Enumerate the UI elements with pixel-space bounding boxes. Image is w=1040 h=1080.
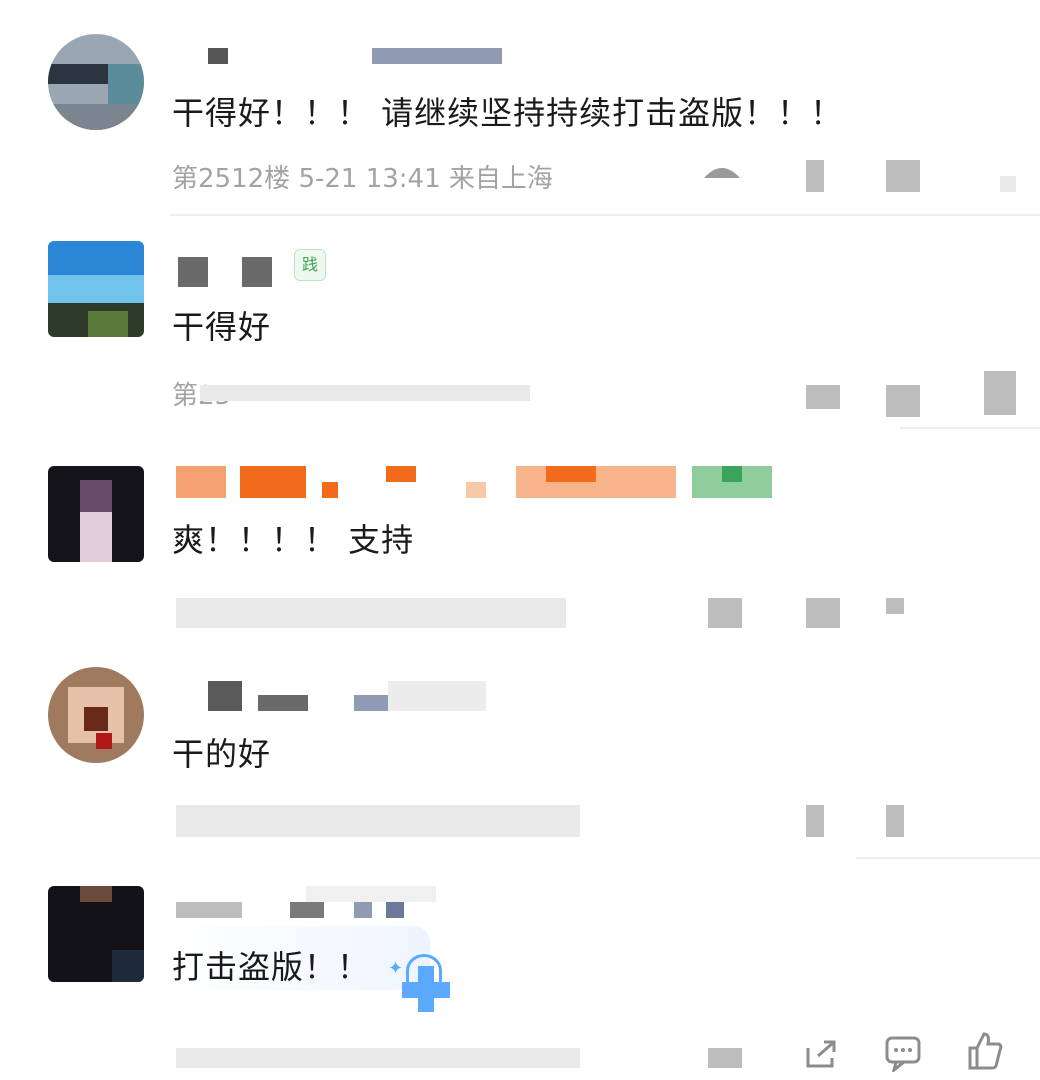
action-placeholder[interactable] [708, 598, 742, 628]
comment-item: 打击盗版！！ ✦ [0, 860, 1040, 1080]
comment-text: 干得好！！！ 请继续坚持持续打击盗版！！！ [172, 94, 844, 132]
action-placeholder[interactable] [886, 805, 904, 837]
avatar[interactable] [48, 466, 144, 562]
action-placeholder[interactable] [984, 371, 1016, 415]
username[interactable] [172, 48, 502, 64]
share-icon[interactable] [702, 158, 742, 182]
username[interactable] [176, 681, 486, 711]
action-placeholder[interactable] [806, 385, 840, 409]
action-placeholder[interactable] [806, 160, 824, 192]
username[interactable] [176, 466, 806, 498]
action-placeholder[interactable] [886, 160, 920, 192]
comment-text: 爽！！！！ 支持 [172, 521, 415, 559]
avatar[interactable] [48, 241, 144, 337]
action-placeholder[interactable] [886, 598, 904, 614]
divider [856, 857, 1040, 859]
username[interactable] [176, 886, 436, 918]
meta-placeholder [176, 805, 580, 837]
comment-text: 打击盗版！！ [172, 948, 371, 986]
meta-placeholder [176, 1048, 580, 1068]
action-placeholder[interactable] [806, 598, 840, 628]
divider [900, 427, 1040, 429]
floor-number: 第2512楼 [172, 164, 291, 194]
meta-placeholder [176, 598, 566, 628]
comment-item: 干的好 [0, 645, 1040, 860]
sticker-icon: ✦ [388, 954, 454, 1014]
action-placeholder[interactable] [886, 385, 920, 417]
comment-meta: 第2512楼 5-21 13:41 来自上海 [172, 158, 553, 195]
comment-item: 爽！！！！ 支持 [0, 430, 1040, 645]
comment-text: 干得好 [172, 308, 272, 346]
comment-location: 来自上海 [448, 164, 553, 194]
action-placeholder[interactable] [708, 1048, 742, 1068]
action-placeholder[interactable] [1000, 176, 1016, 192]
user-badge: 践 [294, 249, 326, 281]
comment-text: 干的好 [172, 735, 272, 773]
meta-placeholder [200, 385, 530, 401]
comment-icon[interactable] [884, 1034, 922, 1072]
avatar[interactable] [48, 34, 144, 130]
avatar[interactable] [48, 667, 144, 763]
like-icon[interactable] [966, 1030, 1004, 1072]
share-icon[interactable] [804, 1036, 840, 1072]
avatar[interactable] [48, 886, 144, 982]
comment-item: 践 干得好 第25 [0, 215, 1040, 430]
action-placeholder[interactable] [806, 805, 824, 837]
comment-item: 干得好！！！ 请继续坚持持续打击盗版！！！ 第2512楼 5-21 13:41 … [0, 0, 1040, 216]
comment-date: 5-21 13:41 [298, 164, 441, 194]
